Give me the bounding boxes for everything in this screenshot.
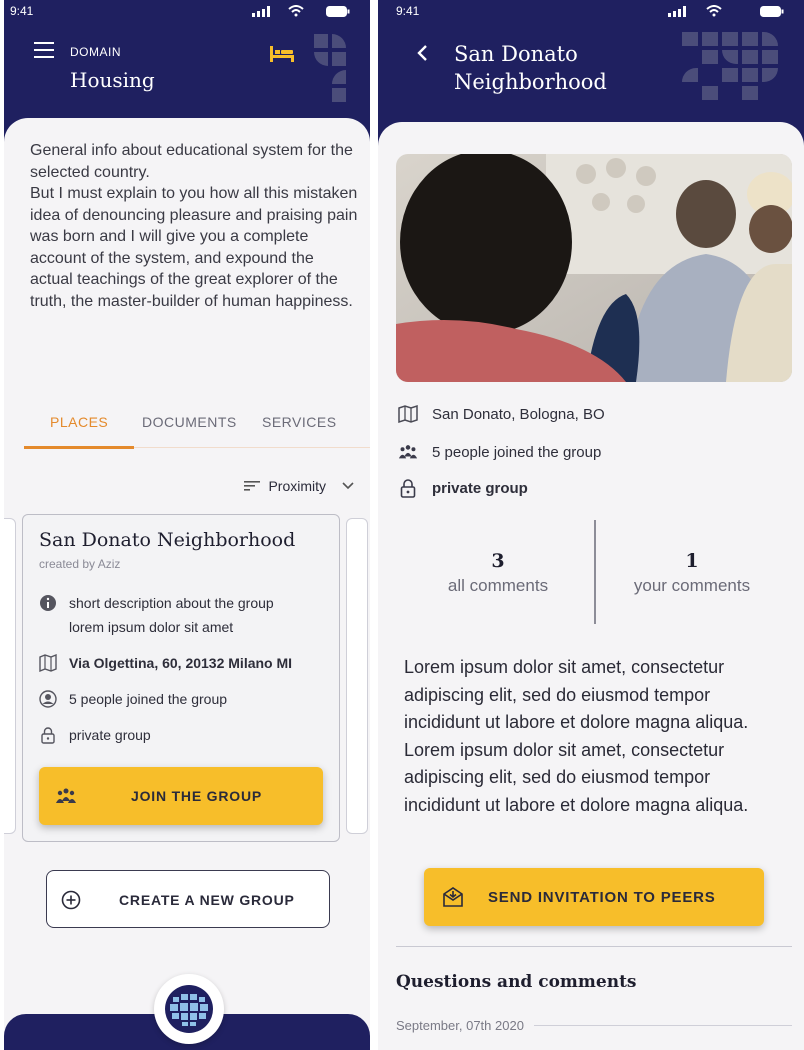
screen-group-detail: 9:41 San Donato Neighborhood San Donato,… [378, 0, 804, 1050]
invite-icon [443, 887, 463, 907]
tab-documents[interactable]: DOCUMENTS [142, 414, 237, 430]
back-icon[interactable] [416, 44, 428, 62]
person-icon [39, 690, 57, 708]
group-photo [396, 154, 792, 382]
comments-stats: 3 all comments 1 your comments [398, 520, 794, 624]
stat-all-value: 3 [491, 550, 505, 572]
create-group-button[interactable]: CREATE A NEW GROUP [46, 870, 330, 928]
privacy-text: private group [69, 727, 151, 743]
group-address: Via Olgettina, 60, 20132 Milano MI [39, 651, 292, 675]
plus-circle-icon [61, 890, 81, 910]
lock-icon [41, 727, 55, 744]
page-title: Housing [70, 68, 155, 92]
next-card[interactable] [346, 518, 368, 834]
battery-icon [760, 6, 784, 17]
section-divider [396, 946, 792, 947]
location-row: San Donato, Bologna, BO [398, 404, 605, 424]
group-privacy: private group [39, 723, 151, 747]
group-title: San Donato Neighborhood [39, 529, 296, 551]
signal-icon [668, 6, 686, 17]
tab-places[interactable]: PLACES [50, 414, 108, 430]
tab-bar: PLACES DOCUMENTS SERVICES [24, 408, 370, 449]
date-line [533, 1025, 792, 1026]
join-group-label: JOIN THE GROUP [131, 788, 262, 804]
privacy-text: private group [432, 479, 528, 497]
globe-icon [165, 985, 213, 1033]
group-icon [398, 445, 418, 459]
group-icon [56, 788, 76, 803]
status-time: 9:41 [10, 4, 34, 18]
page-title-line-1: San Donato [454, 42, 578, 66]
stat-all-label: all comments [447, 576, 549, 595]
stat-your-label: your comments [633, 576, 751, 595]
group-description: short description about the group lorem … [39, 591, 274, 639]
date-text: September, 07th 2020 [396, 1018, 524, 1033]
questions-title: Questions and comments [396, 972, 637, 992]
map-icon [39, 654, 57, 672]
chevron-down-icon [342, 482, 354, 490]
stat-your-comments[interactable]: 1 your comments [602, 550, 782, 596]
send-invitation-label: SEND INVITATION TO PEERS [488, 889, 716, 906]
signal-icon [252, 6, 270, 17]
info-icon [40, 595, 56, 611]
domain-label: DOMAIN [70, 45, 121, 59]
intro-text: General info about educational system fo… [30, 142, 358, 310]
location-text: San Donato, Bologna, BO [432, 405, 605, 423]
sort-icon [244, 481, 261, 491]
prev-card[interactable] [4, 518, 16, 834]
members-text: 5 people joined the group [432, 443, 602, 461]
members-row: 5 people joined the group [398, 442, 601, 462]
create-group-label: CREATE A NEW GROUP [119, 892, 295, 908]
address-text: Via Olgettina, 60, 20132 Milano MI [69, 655, 293, 671]
wifi-icon [706, 5, 722, 17]
group-creator: created by Aziz [39, 557, 121, 571]
page-title-line-2: Neighborhood [454, 70, 607, 94]
send-invitation-button[interactable]: SEND INVITATION TO PEERS [424, 868, 764, 926]
tab-services[interactable]: SERVICES [262, 414, 337, 430]
status-time: 9:41 [396, 4, 420, 18]
group-card[interactable]: San Donato Neighborhood created by Aziz … [22, 514, 340, 842]
header-pattern [310, 30, 370, 110]
privacy-row: private group [398, 478, 528, 498]
description-line-1: short description about the group [69, 595, 274, 611]
date-separator: September, 07th 2020 [396, 1018, 792, 1033]
lock-icon [400, 479, 416, 498]
stat-all-comments[interactable]: 3 all comments [408, 550, 588, 596]
tab-active-indicator [24, 446, 134, 449]
description-line-2: lorem ipsum dolor sit amet [69, 619, 234, 635]
screen-housing: 9:41 DOMAIN Housing General info about e… [4, 0, 370, 1050]
members-text: 5 people joined the group [69, 691, 228, 707]
group-photo-image [396, 154, 792, 382]
globe-button[interactable] [154, 974, 224, 1044]
stats-divider [594, 520, 596, 624]
join-group-button[interactable]: JOIN THE GROUP [39, 767, 323, 825]
status-bar: 9:41 [378, 0, 804, 24]
sort-label: Proximity [268, 478, 326, 494]
battery-icon [326, 6, 350, 17]
header-pattern [678, 28, 804, 112]
map-icon [398, 404, 418, 424]
menu-icon[interactable] [34, 42, 54, 58]
group-description: Lorem ipsum dolor sit amet, consectetur … [404, 657, 749, 815]
bed-icon [270, 46, 294, 62]
group-members: 5 people joined the group [39, 687, 227, 711]
status-bar: 9:41 [4, 0, 370, 24]
stat-your-value: 1 [685, 550, 699, 572]
sort-dropdown[interactable]: Proximity [244, 478, 354, 494]
wifi-icon [288, 5, 304, 17]
